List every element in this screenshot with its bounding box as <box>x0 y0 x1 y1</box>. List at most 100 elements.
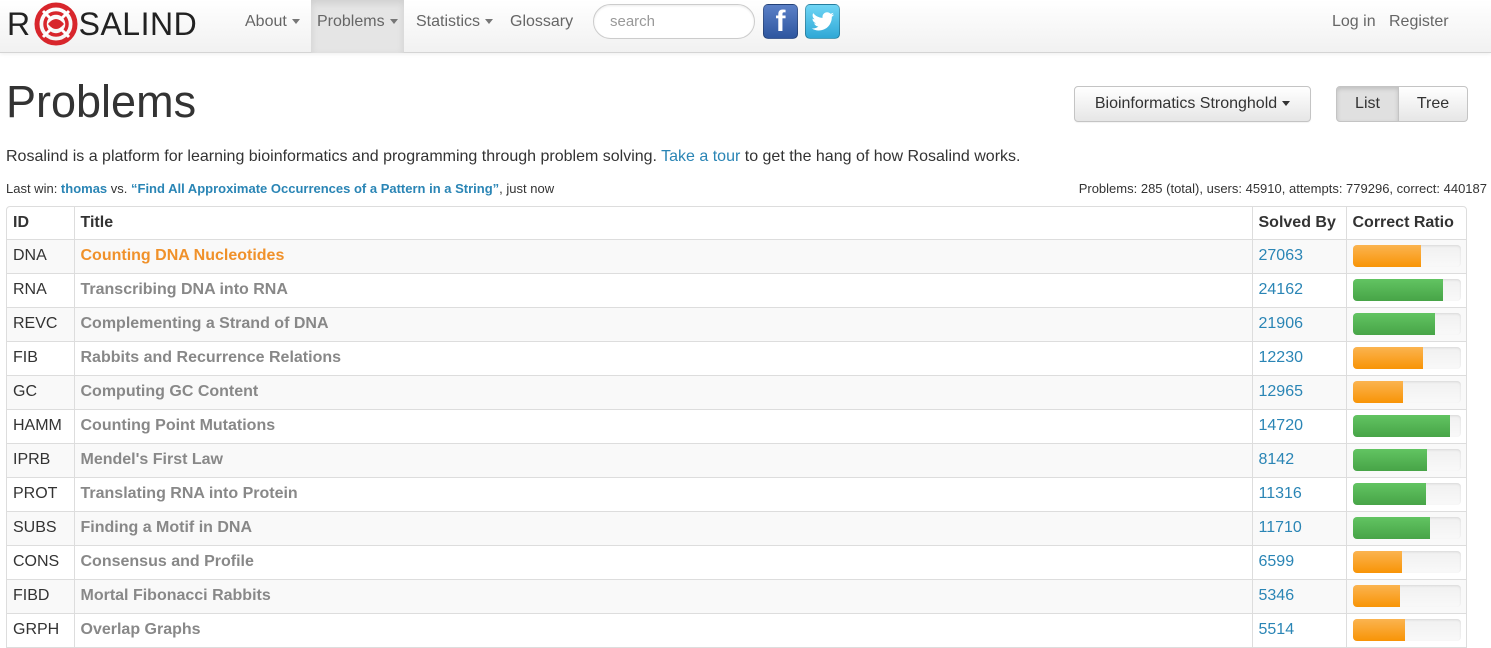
nav-statistics[interactable]: Statistics <box>416 0 494 44</box>
facebook-icon[interactable]: f <box>763 4 798 39</box>
correct-ratio-fill <box>1352 313 1435 335</box>
correct-ratio-bar <box>1352 245 1461 267</box>
solved-by-link[interactable]: 11710 <box>1251 510 1346 545</box>
intro-after: to get the hang of how Rosalind works. <box>740 148 1021 165</box>
table-row: FIB Rabbits and Recurrence Relations 12230 <box>7 340 1466 375</box>
twitter-bird-icon[interactable] <box>805 4 840 39</box>
problem-title-link[interactable]: Mendel's First Law <box>73 442 1252 477</box>
solved-by-link[interactable]: 8142 <box>1251 442 1346 477</box>
last-win-suffix: , just now <box>499 181 555 196</box>
problem-title-link[interactable]: Rabbits and Recurrence Relations <box>73 340 1252 375</box>
correct-ratio-cell <box>1345 442 1466 477</box>
correct-ratio-fill <box>1352 585 1401 607</box>
problem-id: FIB <box>7 340 74 375</box>
header-title[interactable]: Title <box>73 207 1252 239</box>
problem-title-link[interactable]: Translating RNA into Protein <box>73 476 1252 511</box>
problem-title-link[interactable]: Finding a Motif in DNA <box>73 510 1252 545</box>
correct-ratio-bar <box>1352 551 1461 573</box>
problem-id: DNA <box>7 238 74 273</box>
problem-title-link[interactable]: Consensus and Profile <box>73 544 1252 579</box>
problem-id: GC <box>7 374 74 409</box>
view-list-button[interactable]: List <box>1336 86 1399 122</box>
twitter-bird-glyph <box>811 11 834 31</box>
last-win-prefix: Last win: <box>6 181 61 196</box>
correct-ratio-cell <box>1345 238 1466 273</box>
header-id[interactable]: ID <box>7 207 74 239</box>
problem-title-link[interactable]: Transcribing DNA into RNA <box>73 272 1252 307</box>
view-toggle: List Tree <box>1336 86 1468 122</box>
correct-ratio-bar <box>1352 279 1461 301</box>
nav-login-label: Log in <box>1332 13 1376 30</box>
correct-ratio-fill <box>1352 415 1450 437</box>
correct-ratio-fill <box>1352 483 1426 505</box>
table-row: REVC Complementing a Strand of DNA 21906 <box>7 306 1466 341</box>
correct-ratio-bar <box>1352 585 1461 607</box>
table-row: FIBD Mortal Fibonacci Rabbits 5346 <box>7 578 1466 613</box>
problem-id: REVC <box>7 306 74 341</box>
caret-down-icon <box>389 19 398 25</box>
solved-by-link[interactable]: 6599 <box>1251 544 1346 579</box>
correct-ratio-bar <box>1352 313 1461 335</box>
rosalind-logo-icon <box>34 2 78 46</box>
intro-before: Rosalind is a platform for learning bioi… <box>6 148 662 165</box>
nav-register[interactable]: Register <box>1389 0 1449 44</box>
problem-title-link[interactable]: Mortal Fibonacci Rabbits <box>73 578 1252 613</box>
correct-ratio-fill <box>1352 517 1431 539</box>
solved-by-link[interactable]: 27063 <box>1251 238 1346 273</box>
problem-id: FIBD <box>7 578 74 613</box>
correct-ratio-bar <box>1352 449 1461 471</box>
table-row: CONS Consensus and Profile 6599 <box>7 544 1466 579</box>
correct-ratio-cell <box>1345 612 1466 647</box>
last-win-user-link[interactable]: thomas <box>61 181 107 196</box>
nav-about-label: About <box>245 13 287 30</box>
caret-down-icon <box>291 19 300 25</box>
page-title: Problems <box>6 76 197 127</box>
problem-title-link[interactable]: Counting DNA Nucleotides <box>73 238 1252 273</box>
nav-problems[interactable]: Problems <box>311 0 404 53</box>
brand-text: SALIND <box>78 5 198 42</box>
correct-ratio-cell <box>1345 544 1466 579</box>
take-a-tour-link[interactable]: Take a tour <box>661 148 740 165</box>
last-win-line: Last win: thomas vs. “Find All Approxima… <box>6 181 554 196</box>
problem-title-link[interactable]: Computing GC Content <box>73 374 1252 409</box>
solved-by-link[interactable]: 5346 <box>1251 578 1346 613</box>
problem-id: RNA <box>7 272 74 307</box>
problem-id: GRPH <box>7 612 74 647</box>
nav-statistics-label: Statistics <box>416 13 481 30</box>
problem-set-dropdown[interactable]: Bioinformatics Stronghold <box>1074 86 1311 122</box>
correct-ratio-cell <box>1345 306 1466 341</box>
problem-title-link[interactable]: Counting Point Mutations <box>73 408 1252 443</box>
nav-register-label: Register <box>1389 13 1449 30</box>
header-correct-ratio[interactable]: Correct Ratio <box>1345 207 1466 239</box>
correct-ratio-bar <box>1352 347 1461 369</box>
solved-by-link[interactable]: 5514 <box>1251 612 1346 647</box>
correct-ratio-fill <box>1352 245 1421 267</box>
nav-about[interactable]: About <box>245 0 300 44</box>
solved-by-link[interactable]: 11316 <box>1251 476 1346 511</box>
nav-login[interactable]: Log in <box>1332 0 1376 44</box>
solved-by-link[interactable]: 24162 <box>1251 272 1346 307</box>
header-solved-by[interactable]: Solved By <box>1251 207 1346 239</box>
last-win-problem-link[interactable]: “Find All Approximate Occurrences of a P… <box>131 181 499 196</box>
nav-glossary[interactable]: Glossary <box>510 0 573 44</box>
problem-title-link[interactable]: Overlap Graphs <box>73 612 1252 647</box>
search-input[interactable] <box>593 4 755 39</box>
solved-by-link[interactable]: 14720 <box>1251 408 1346 443</box>
facebook-glyph: f <box>775 4 786 38</box>
site-stats: Problems: 285 (total), users: 45910, att… <box>1078 181 1487 196</box>
correct-ratio-cell <box>1345 340 1466 375</box>
correct-ratio-fill <box>1352 279 1444 301</box>
problem-id: PROT <box>7 476 74 511</box>
problem-title-link[interactable]: Complementing a Strand of DNA <box>73 306 1252 341</box>
correct-ratio-bar <box>1352 517 1461 539</box>
table-row: IPRB Mendel's First Law 8142 <box>7 442 1466 477</box>
solved-by-link[interactable]: 12230 <box>1251 340 1346 375</box>
brand-logo-link[interactable]: R SALIND <box>7 2 198 46</box>
view-tree-button[interactable]: Tree <box>1398 86 1468 122</box>
solved-by-link[interactable]: 12965 <box>1251 374 1346 409</box>
table-row: HAMM Counting Point Mutations 14720 <box>7 408 1466 443</box>
caret-down-icon <box>485 19 494 25</box>
correct-ratio-bar <box>1352 483 1461 505</box>
solved-by-link[interactable]: 21906 <box>1251 306 1346 341</box>
correct-ratio-cell <box>1345 272 1466 307</box>
